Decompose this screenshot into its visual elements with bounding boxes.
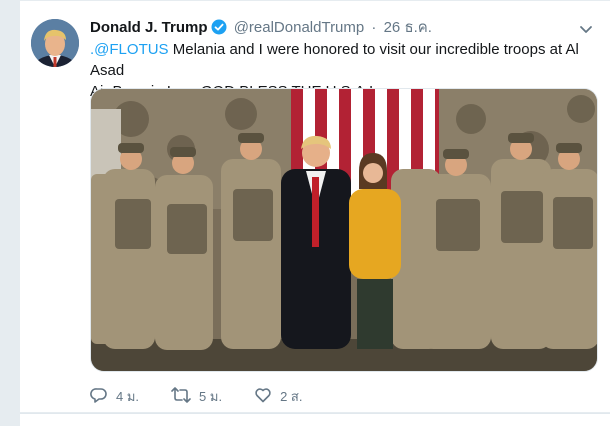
author-name[interactable]: Donald J. Trump	[90, 19, 208, 36]
like-count: 2 ส.	[280, 388, 303, 404]
tweet-header: Donald J. Trump @realDonaldTrump · 26 ธ.…	[90, 18, 432, 38]
tweet-timestamp[interactable]: 26 ธ.ค.	[384, 19, 432, 36]
heart-icon	[254, 386, 280, 407]
retweet-icon	[171, 386, 199, 407]
reply-count: 4 ม.	[116, 388, 140, 404]
retweet-count: 5 ม.	[199, 388, 223, 404]
tweet-actions: 4 ม. 5 ม. 2 ส.	[90, 385, 334, 407]
like-button[interactable]: 2 ส.	[254, 386, 302, 407]
tweet-photo[interactable]	[90, 88, 598, 372]
reply-icon	[90, 386, 116, 407]
tweet-card[interactable]: Donald J. Trump @realDonaldTrump · 26 ธ.…	[20, 0, 610, 412]
mention-link[interactable]: .@FLOTUS	[90, 41, 169, 58]
page-background	[0, 0, 20, 425]
avatar[interactable]	[31, 19, 79, 67]
photo-content	[91, 89, 597, 371]
next-tweet-card	[20, 413, 610, 426]
verified-badge-icon	[211, 19, 227, 41]
reply-button[interactable]: 4 ม.	[90, 386, 139, 407]
chevron-down-icon[interactable]	[578, 21, 594, 37]
retweet-button[interactable]: 5 ม.	[171, 386, 222, 407]
separator-dot: ·	[371, 19, 377, 36]
author-handle[interactable]: @realDonaldTrump	[234, 19, 365, 36]
